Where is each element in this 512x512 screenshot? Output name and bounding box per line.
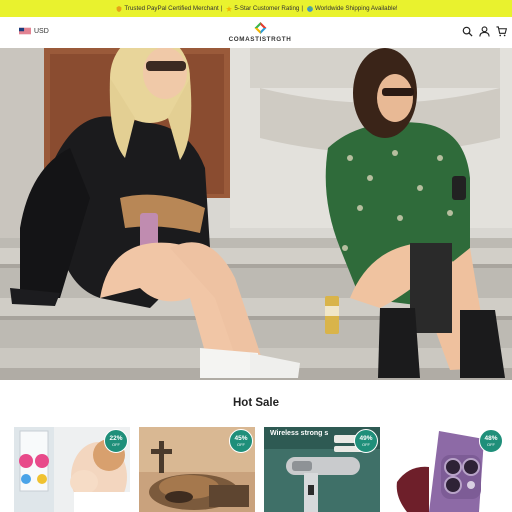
announcement-item: Worldwide Shipping Available! — [305, 5, 398, 12]
header-actions — [462, 26, 507, 37]
discount-badge: 48% OFF — [479, 429, 503, 453]
product-image-caption: Wireless strong s — [270, 430, 329, 437]
announcement-bar: Trusted PayPal Certified Merchant | 5-St… — [0, 0, 512, 17]
announcement-text-3: Worldwide Shipping Available! — [314, 5, 398, 12]
discount-badge: 45% OFF — [229, 429, 253, 453]
announcement-item: 5-Star Customer Rating — [224, 5, 299, 12]
hot-sale-heading: Hot Sale — [232, 397, 279, 409]
product-card[interactable]: 45% OFF — [139, 427, 255, 512]
announcement-separator: | — [301, 5, 303, 12]
discount-badge: 49% OFF — [354, 429, 378, 453]
product-card[interactable]: Wireless strong s 49% OFF — [264, 427, 380, 512]
product-card[interactable]: 48% OFF — [389, 427, 505, 512]
announcement-separator: | — [220, 5, 223, 12]
hero-banner[interactable] — [0, 48, 512, 380]
announcement-item: Trusted PayPal Certified Merchant — [114, 5, 219, 12]
logo-text: COMASTISTRGTH — [228, 36, 292, 43]
hot-sale-products: 22% OFF 45% OFF Wireless strong s 49% OF… — [0, 427, 512, 512]
discount-badge: 22% OFF — [104, 429, 128, 453]
discount-percent: 49% — [359, 435, 373, 442]
discount-percent: 48% — [484, 435, 498, 442]
discount-off-label: OFF — [487, 442, 495, 447]
discount-off-label: OFF — [362, 442, 370, 447]
globe-icon — [307, 5, 313, 12]
discount-percent: 22% — [109, 435, 123, 442]
announcement-text-2: 5-Star Customer Rating — [234, 5, 300, 12]
site-logo[interactable]: COMASTISTRGTH — [226, 21, 294, 45]
hero-image — [0, 48, 512, 380]
discount-off-label: OFF — [237, 442, 245, 447]
discount-off-label: OFF — [112, 442, 120, 447]
star-icon — [226, 5, 233, 12]
site-header: USD COMASTISTRGTH — [0, 17, 512, 48]
us-flag-icon — [19, 27, 31, 35]
shield-icon — [116, 5, 122, 12]
cart-icon[interactable] — [496, 26, 507, 37]
currency-selector[interactable]: USD — [19, 27, 49, 35]
discount-percent: 45% — [234, 435, 248, 442]
user-icon[interactable] — [479, 26, 490, 37]
search-icon[interactable] — [462, 26, 473, 37]
product-card[interactable]: 22% OFF — [14, 427, 130, 512]
logo-mark-icon — [254, 22, 267, 34]
currency-label: USD — [34, 27, 49, 35]
announcement-text-1: Trusted PayPal Certified Merchant — [124, 5, 219, 12]
